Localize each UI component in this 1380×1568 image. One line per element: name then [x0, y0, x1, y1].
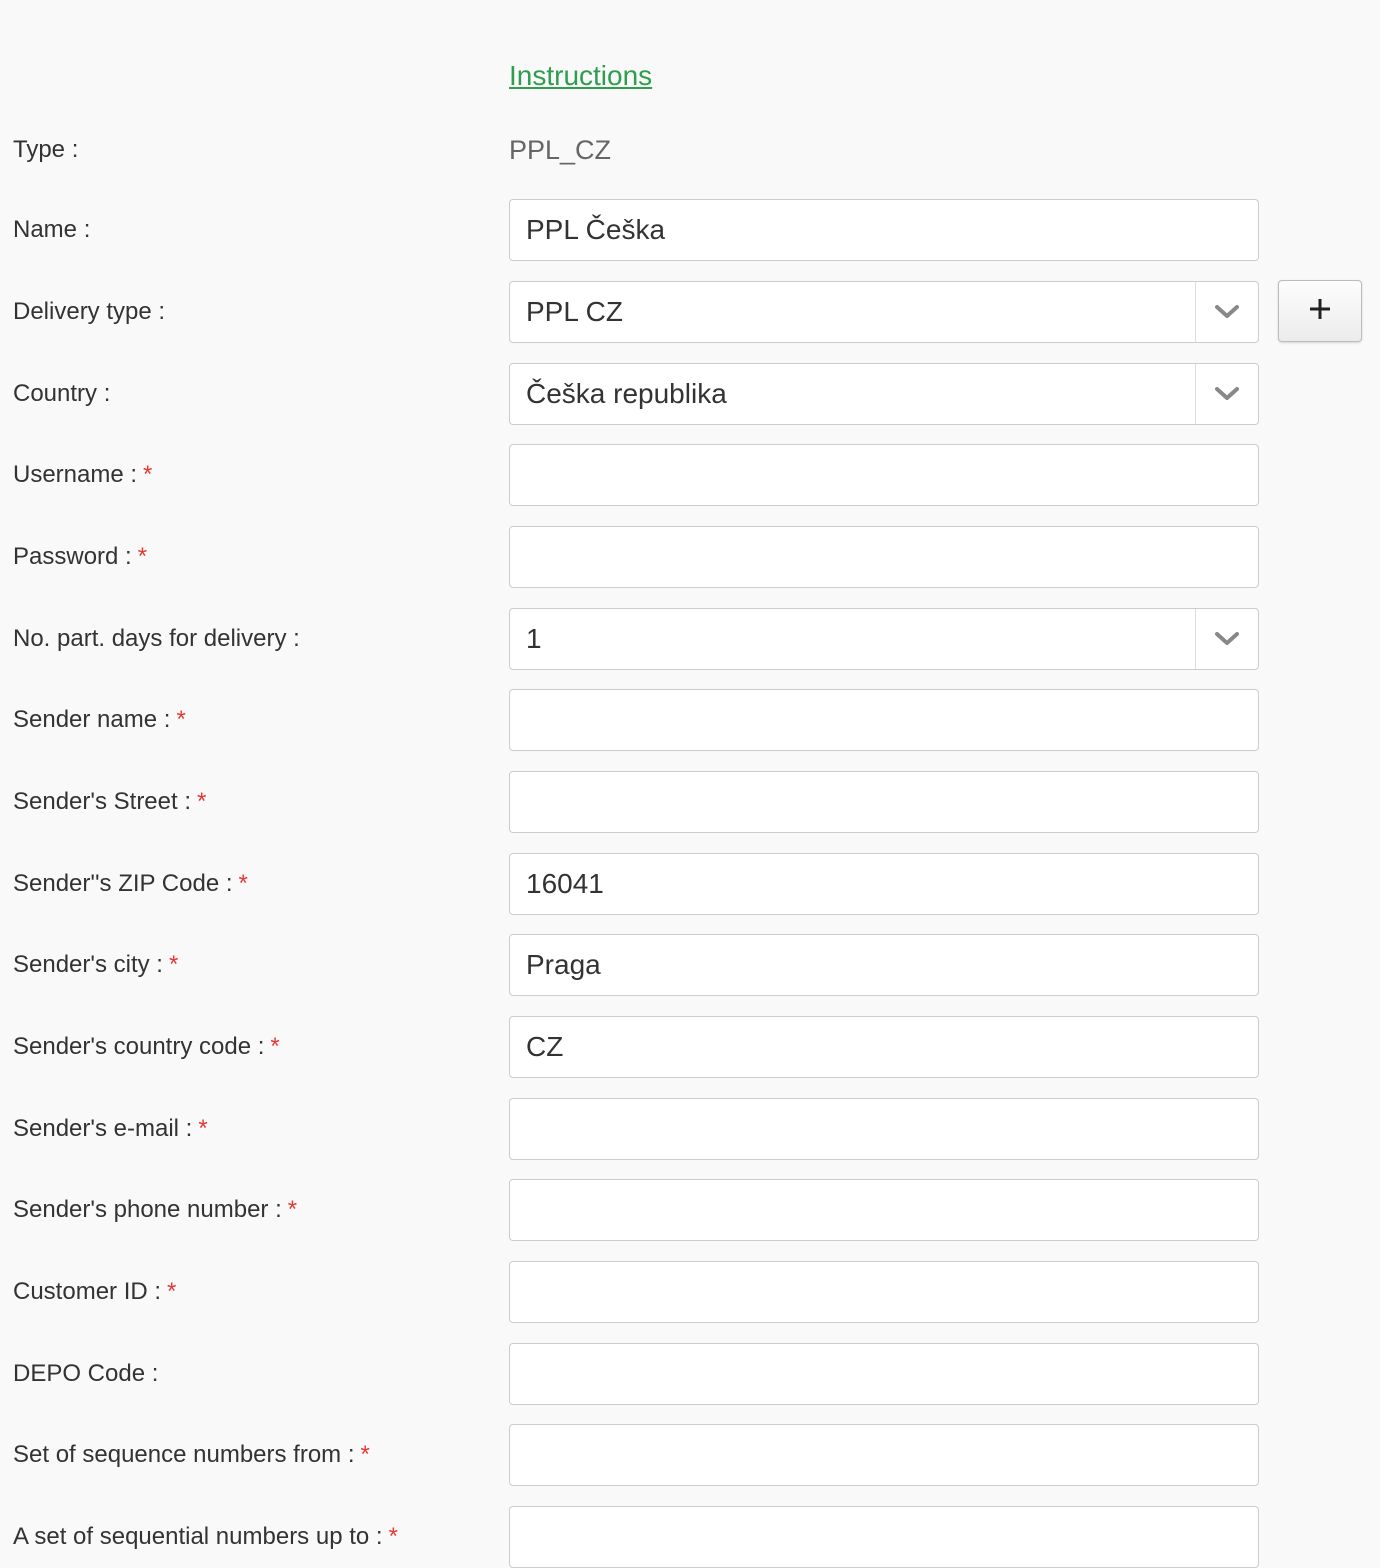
depo-code-field[interactable] — [509, 1343, 1259, 1405]
sender-country-code-label: Sender's country code : * — [13, 1033, 280, 1060]
country-selected-value: Češka republika — [526, 378, 727, 409]
sender-street-input[interactable] — [510, 772, 1258, 832]
country-label: Country : — [13, 380, 111, 407]
row-sender-zip: Sender''s ZIP Code : * — [0, 853, 1380, 915]
required-marker: * — [388, 1523, 398, 1550]
sender-phone-label: Sender's phone number : * — [13, 1196, 298, 1223]
required-marker: * — [238, 870, 248, 897]
seq-from-field[interactable] — [509, 1424, 1259, 1486]
sender-country-code-field[interactable] — [509, 1016, 1259, 1078]
required-marker: * — [167, 1278, 177, 1305]
delivery-days-select[interactable]: 1 — [509, 608, 1259, 670]
depo-code-input[interactable] — [510, 1344, 1258, 1404]
row-sender-phone: Sender's phone number : * — [0, 1179, 1380, 1241]
type-label: Type : — [13, 136, 79, 163]
delivery-type-label: Delivery type : — [13, 298, 166, 325]
required-marker: * — [137, 543, 148, 570]
sender-phone-input[interactable] — [510, 1180, 1258, 1240]
required-marker: * — [198, 1115, 208, 1142]
row-sender-country-code: Sender's country code : * — [0, 1016, 1380, 1078]
required-marker: * — [176, 706, 186, 733]
sender-city-input[interactable] — [510, 935, 1258, 995]
chevron-down-icon[interactable] — [1195, 609, 1258, 669]
row-sender-city: Sender's city : * — [0, 934, 1380, 996]
sender-email-label: Sender's e-mail : * — [13, 1115, 208, 1142]
sender-street-field[interactable] — [509, 771, 1259, 833]
carrier-settings-form: Type : PPL_CZ Name : PPL Češka Delivery … — [0, 0, 1380, 1568]
required-marker: * — [270, 1033, 280, 1060]
row-country: Country : Češka republika — [0, 363, 1380, 425]
name-input[interactable]: PPL Češka — [509, 199, 1259, 261]
required-marker: * — [143, 461, 153, 488]
row-delivery-type: Delivery type : PPL CZ — [0, 280, 1380, 343]
sender-zip-label: Sender''s ZIP Code : * — [13, 870, 248, 897]
customer-id-field[interactable] — [509, 1261, 1259, 1323]
plus-icon — [1308, 297, 1332, 326]
required-marker: * — [360, 1441, 370, 1468]
sender-city-field[interactable] — [509, 934, 1259, 996]
seq-from-label: Set of sequence numbers from : * — [13, 1441, 370, 1468]
seq-to-field[interactable] — [509, 1506, 1259, 1568]
sender-zip-input[interactable] — [510, 854, 1258, 914]
row-seq-from: Set of sequence numbers from : * — [0, 1424, 1380, 1486]
row-name: Name : PPL Češka — [0, 199, 1380, 261]
row-password: Password : * — [0, 526, 1380, 588]
seq-from-input[interactable] — [510, 1425, 1258, 1485]
sender-phone-field[interactable] — [509, 1179, 1259, 1241]
sender-city-label: Sender's city : * — [13, 951, 179, 978]
chevron-down-icon[interactable] — [1195, 282, 1258, 342]
sender-name-field[interactable] — [509, 689, 1259, 751]
sender-street-label: Sender's Street : * — [13, 788, 207, 815]
username-input[interactable] — [510, 445, 1258, 505]
password-input[interactable] — [510, 527, 1258, 587]
row-sender-street: Sender's Street : * — [0, 771, 1380, 833]
seq-to-input[interactable] — [510, 1507, 1258, 1567]
row-customer-id: Customer ID : * — [0, 1261, 1380, 1323]
required-marker: * — [168, 951, 179, 978]
row-depo-code: DEPO Code : — [0, 1343, 1380, 1405]
row-delivery-days: No. part. days for delivery : 1 — [0, 608, 1380, 670]
delivery-days-selected-value: 1 — [526, 623, 542, 654]
delivery-type-select[interactable]: PPL CZ — [509, 281, 1259, 343]
name-label: Name : — [13, 216, 91, 243]
customer-id-label: Customer ID : * — [13, 1278, 177, 1305]
sender-country-code-input[interactable] — [510, 1017, 1258, 1077]
username-field[interactable] — [509, 444, 1259, 506]
sender-email-field[interactable] — [509, 1098, 1259, 1160]
row-sender-email: Sender's e-mail : * — [0, 1098, 1380, 1160]
name-input-value: PPL Češka — [526, 214, 666, 245]
depo-code-label: DEPO Code : — [13, 1360, 159, 1387]
delivery-type-selected-value: PPL CZ — [526, 296, 623, 327]
row-seq-to: A set of sequential numbers up to : * — [0, 1506, 1380, 1568]
add-delivery-type-button[interactable] — [1278, 280, 1362, 342]
password-field[interactable] — [509, 526, 1259, 588]
row-sender-name: Sender name : * — [0, 689, 1380, 751]
seq-to-label: A set of sequential numbers up to : * — [13, 1523, 398, 1550]
required-marker: * — [197, 788, 207, 815]
row-type: Type : PPL_CZ — [0, 119, 1380, 181]
chevron-down-icon[interactable] — [1195, 364, 1258, 424]
type-value: PPL_CZ — [509, 135, 612, 165]
required-marker: * — [287, 1196, 298, 1223]
delivery-days-label: No. part. days for delivery : — [13, 625, 300, 652]
password-label: Password : * — [13, 543, 148, 570]
customer-id-input[interactable] — [510, 1262, 1258, 1322]
sender-name-label: Sender name : * — [13, 706, 186, 733]
row-username: Username : * — [0, 444, 1380, 506]
username-label: Username : * — [13, 461, 153, 488]
sender-email-input[interactable] — [510, 1099, 1258, 1159]
sender-name-input[interactable] — [510, 690, 1258, 750]
sender-zip-field[interactable] — [509, 853, 1259, 915]
country-select[interactable]: Češka republika — [509, 363, 1259, 425]
